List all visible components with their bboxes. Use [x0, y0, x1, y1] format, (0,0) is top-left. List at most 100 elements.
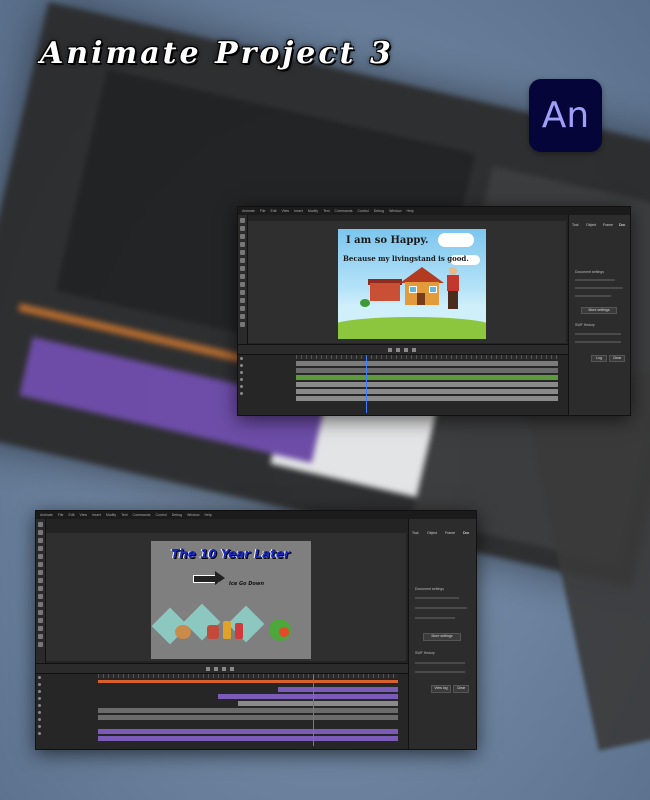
frame-row[interactable]	[278, 687, 398, 692]
frame-row[interactable]	[238, 701, 398, 706]
menu-item[interactable]: File	[58, 513, 64, 517]
layer-row[interactable]	[240, 371, 245, 376]
loop-icon[interactable]	[404, 348, 408, 352]
tool-icon[interactable]	[240, 298, 245, 303]
tab-object[interactable]: Object	[586, 223, 596, 229]
stage-document[interactable]: I am so Happy. Because my livingstand is…	[338, 229, 486, 339]
layer-row[interactable]	[38, 711, 43, 716]
tab-tool[interactable]: Tool	[412, 531, 418, 537]
tool-icon[interactable]	[38, 626, 43, 631]
layer-row[interactable]	[38, 732, 43, 737]
tab-frame[interactable]: Frame	[603, 223, 613, 229]
menu-item[interactable]: Commands	[133, 513, 151, 517]
menu-item[interactable]: File	[260, 209, 266, 213]
tool-icon[interactable]	[240, 258, 245, 263]
eye-icon[interactable]	[240, 385, 243, 388]
eye-icon[interactable]	[38, 718, 41, 721]
eye-icon[interactable]	[240, 364, 243, 367]
eye-icon[interactable]	[38, 683, 41, 686]
tool-icon[interactable]	[38, 642, 43, 647]
tool-icon[interactable]	[38, 578, 43, 583]
frame-row[interactable]	[98, 715, 398, 720]
menu-item[interactable]: Window	[187, 513, 199, 517]
more-settings-button[interactable]: More settings	[581, 307, 617, 314]
clear-button[interactable]: Clear	[609, 355, 625, 362]
tool-icon[interactable]	[240, 314, 245, 319]
tool-icon[interactable]	[38, 538, 43, 543]
menu-item[interactable]: Edit	[270, 209, 276, 213]
eye-icon[interactable]	[240, 357, 243, 360]
tab-object[interactable]: Object	[427, 531, 437, 537]
layer-row[interactable]	[38, 697, 43, 702]
menu-item[interactable]: Control	[357, 209, 368, 213]
layer-row[interactable]	[240, 392, 245, 397]
playhead[interactable]	[366, 355, 367, 413]
frame-row[interactable]	[296, 389, 558, 394]
menu-item[interactable]: Control	[155, 513, 166, 517]
onion-skin-icon[interactable]	[412, 348, 416, 352]
eye-icon[interactable]	[240, 392, 243, 395]
frames-area[interactable]	[296, 355, 558, 413]
onion-skin-icon[interactable]	[230, 667, 234, 671]
frame-row[interactable]	[98, 736, 398, 741]
clear-button[interactable]: Clear	[453, 685, 469, 693]
layer-row[interactable]	[240, 385, 245, 390]
tool-icon[interactable]	[38, 594, 43, 599]
menu-item[interactable]: Debug	[172, 513, 182, 517]
layer-row[interactable]	[38, 683, 43, 688]
tool-icon[interactable]	[240, 274, 245, 279]
frame-row[interactable]	[98, 680, 398, 683]
layer-row[interactable]	[240, 357, 245, 362]
frame-row[interactable]	[218, 694, 398, 699]
tab-tool[interactable]: Tool	[572, 223, 578, 229]
tool-icon[interactable]	[38, 570, 43, 575]
frame-row[interactable]	[296, 396, 558, 401]
menu-item[interactable]: Modify	[308, 209, 318, 213]
menu-item[interactable]: Animate	[40, 513, 53, 517]
tool-icon[interactable]	[38, 522, 43, 527]
eye-icon[interactable]	[240, 371, 243, 374]
eye-icon[interactable]	[38, 697, 41, 700]
frame-row[interactable]	[296, 368, 558, 373]
frame-row[interactable]	[98, 729, 398, 734]
frame-row[interactable]	[98, 708, 398, 713]
tool-icon[interactable]	[240, 218, 245, 223]
play-icon[interactable]	[388, 348, 392, 352]
loop-icon[interactable]	[222, 667, 226, 671]
layer-row[interactable]	[38, 725, 43, 730]
eye-icon[interactable]	[38, 704, 41, 707]
menu-item[interactable]: Modify	[106, 513, 116, 517]
eye-icon[interactable]	[240, 378, 243, 381]
menu-item[interactable]: Text	[121, 513, 127, 517]
play-icon[interactable]	[206, 667, 210, 671]
step-icon[interactable]	[214, 667, 218, 671]
tool-icon[interactable]	[38, 618, 43, 623]
eye-icon[interactable]	[38, 732, 41, 735]
layer-row[interactable]	[38, 690, 43, 695]
tab-frame[interactable]: Frame	[445, 531, 455, 537]
view-log-button[interactable]: View log	[431, 685, 451, 693]
tool-icon[interactable]	[38, 554, 43, 559]
layer-row[interactable]	[240, 378, 245, 383]
tab-doc[interactable]: Doc	[463, 531, 469, 537]
tool-icon[interactable]	[38, 602, 43, 607]
step-icon[interactable]	[396, 348, 400, 352]
frame-row[interactable]	[296, 382, 558, 387]
tool-icon[interactable]	[38, 634, 43, 639]
tool-icon[interactable]	[38, 562, 43, 567]
tool-icon[interactable]	[38, 530, 43, 535]
tool-icon[interactable]	[38, 610, 43, 615]
tool-icon[interactable]	[240, 290, 245, 295]
tool-icon[interactable]	[240, 282, 245, 287]
menu-item[interactable]: Insert	[92, 513, 101, 517]
menu-item[interactable]: View	[80, 513, 88, 517]
eye-icon[interactable]	[38, 676, 41, 679]
menu-item[interactable]: Commands	[335, 209, 353, 213]
log-button[interactable]: Log	[591, 355, 607, 362]
menu-item[interactable]: Help	[407, 209, 414, 213]
tool-icon[interactable]	[240, 250, 245, 255]
tool-icon[interactable]	[240, 226, 245, 231]
layer-row[interactable]	[38, 704, 43, 709]
tool-icon[interactable]	[38, 586, 43, 591]
frames-area[interactable]	[98, 674, 398, 746]
